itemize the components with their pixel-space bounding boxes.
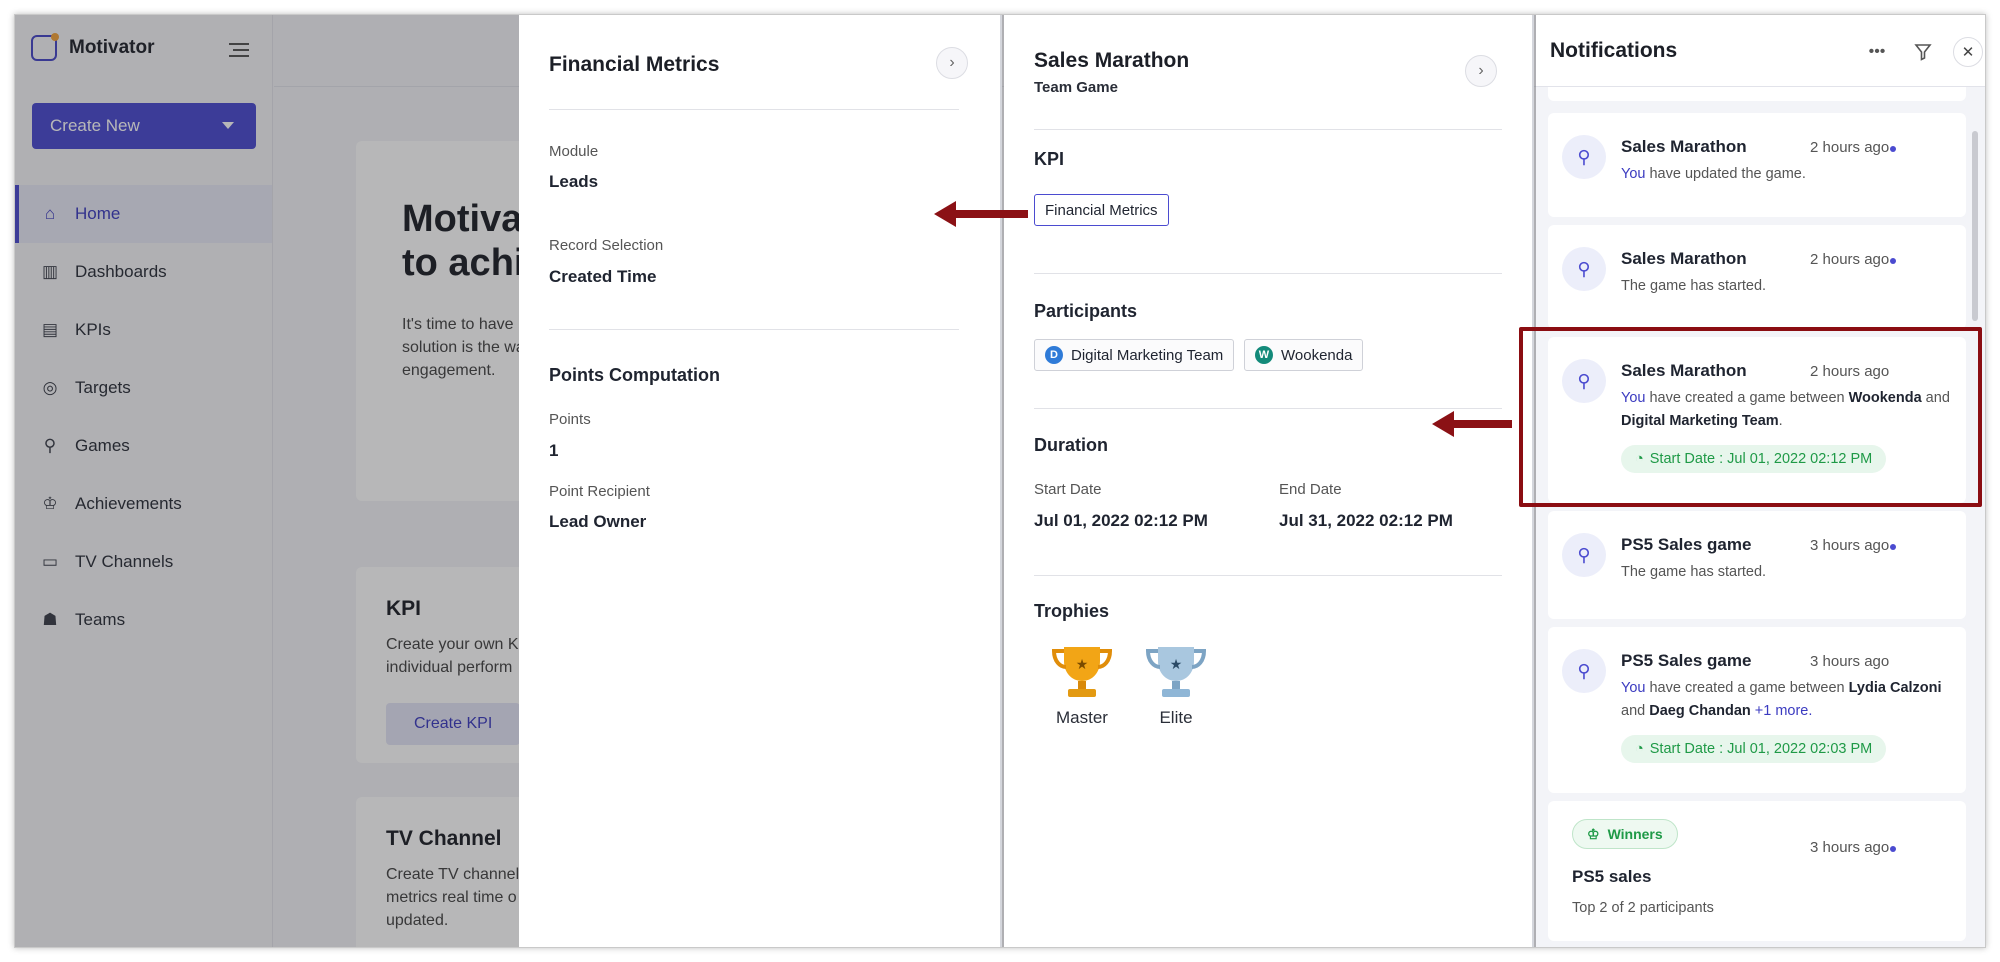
notification-body: You have created a game between Lydia Ca… xyxy=(1621,680,1942,719)
joystick-icon: ⚲ xyxy=(1562,533,1606,577)
end-date-value: Jul 31, 2022 02:12 PM xyxy=(1279,511,1453,530)
scrollbar-thumb[interactable] xyxy=(1972,131,1978,321)
notification-item[interactable]: ⚲ PS5 Sales game 3 hours ago You have cr… xyxy=(1548,627,1966,793)
notification-title: PS5 Sales game xyxy=(1621,535,1752,554)
notification-time: 3 hours ago xyxy=(1810,653,1890,670)
divider xyxy=(1034,575,1502,576)
notification-title: PS5 Sales game xyxy=(1621,651,1752,670)
end-date-label: End Date xyxy=(1279,481,1342,498)
unread-dot xyxy=(1890,544,1896,550)
notifications-title: Notifications xyxy=(1550,39,1678,62)
close-icon[interactable]: ✕ xyxy=(1953,37,1983,67)
game-panel-title: Sales Marathon xyxy=(1034,49,1190,72)
silver-trophy-icon: ★ xyxy=(1145,647,1207,697)
chevron-right-icon[interactable]: › xyxy=(936,47,968,79)
notification-body: Top 2 of 2 participants xyxy=(1572,900,1714,916)
notification-time: 3 hours ago xyxy=(1810,537,1890,554)
divider xyxy=(1034,408,1502,409)
winners-badge: ♔ Winners xyxy=(1572,819,1678,849)
clock-icon: ◔ xyxy=(1635,741,1644,757)
divider xyxy=(549,329,959,330)
notifications-header: Notifications ••• ✕ xyxy=(1536,15,1985,87)
points-label: Points xyxy=(549,411,591,428)
trophies-section-title: Trophies xyxy=(1034,601,1110,621)
participant-name: Digital Marketing Team xyxy=(1071,346,1224,364)
notification-item[interactable]: ⚲ PS5 Sales game 3 hours ago The game ha… xyxy=(1548,511,1966,619)
notification-time: 2 hours ago xyxy=(1810,139,1890,156)
joystick-icon: ⚲ xyxy=(1562,649,1606,693)
trophy-master[interactable]: ★ Master xyxy=(1044,643,1120,728)
trophy-name: Master xyxy=(1056,708,1108,727)
participant-chip[interactable]: W Wookenda xyxy=(1244,339,1364,371)
unread-dot xyxy=(1890,846,1896,852)
kpi-panel-title: Financial Metrics xyxy=(549,53,720,76)
start-date-value: Jul 01, 2022 02:12 PM xyxy=(1034,511,1208,530)
duration-section-title: Duration xyxy=(1034,435,1108,455)
point-recipient-value: Lead Owner xyxy=(549,512,647,531)
notification-item[interactable]: ⚲ Sales Marathon 2 hours ago The game ha… xyxy=(1548,225,1966,329)
svg-text:★: ★ xyxy=(1076,656,1089,672)
filter-icon[interactable] xyxy=(1912,41,1934,63)
divider xyxy=(1034,129,1502,130)
joystick-icon: ⚲ xyxy=(1562,135,1606,179)
participant-chip[interactable]: D Digital Marketing Team xyxy=(1034,339,1235,371)
record-selection-label: Record Selection xyxy=(549,237,664,254)
unread-dot xyxy=(1890,146,1896,152)
joystick-icon: ⚲ xyxy=(1562,247,1606,291)
list-item xyxy=(1548,87,1966,101)
point-recipient-label: Point Recipient xyxy=(549,483,650,500)
game-detail-panel: Sales Marathon Team Game › KPI Financial… xyxy=(1004,15,1534,947)
participant-avatar: D xyxy=(1045,346,1063,364)
notification-time: 3 hours ago xyxy=(1810,839,1890,856)
participant-avatar: W xyxy=(1255,346,1273,364)
notification-item[interactable]: ♔ Winners 3 hours ago PS5 sales Top 2 of… xyxy=(1548,801,1966,941)
notification-body: The game has started. xyxy=(1621,278,1767,294)
notifications-scrollbar[interactable] xyxy=(1970,95,1980,943)
notification-body: You have updated the game. xyxy=(1621,166,1806,182)
points-section-title: Points Computation xyxy=(549,365,720,385)
notification-time: 2 hours ago xyxy=(1810,251,1890,268)
notification-item[interactable]: ⚲ Sales Marathon 2 hours ago You have up… xyxy=(1548,113,1966,217)
participant-name: Wookenda xyxy=(1281,346,1353,364)
more-options-icon[interactable]: ••• xyxy=(1866,41,1888,63)
annotation-arrow xyxy=(1432,411,1512,437)
record-selection-value: Created Time xyxy=(549,267,657,286)
svg-text:★: ★ xyxy=(1170,656,1183,672)
notification-title: Sales Marathon xyxy=(1621,249,1747,268)
highlight-box xyxy=(1519,327,1982,507)
divider xyxy=(1034,273,1502,274)
kpi-detail-panel: Financial Metrics › Module Leads Record … xyxy=(519,15,1002,947)
participants-section-title: Participants xyxy=(1034,301,1138,321)
module-value: Leads xyxy=(549,172,599,191)
module-label: Module xyxy=(549,143,599,160)
trophy-elite[interactable]: ★ Elite xyxy=(1138,643,1214,728)
trophy-name: Elite xyxy=(1159,708,1193,727)
kpi-tag-label: Financial Metrics xyxy=(1045,201,1158,219)
points-value: 1 xyxy=(549,441,559,460)
kpi-section-title: KPI xyxy=(1034,149,1065,169)
start-date-pill: ◔ Start Date : Jul 01, 2022 02:03 PM xyxy=(1621,735,1887,763)
gold-trophy-icon: ★ xyxy=(1051,647,1113,697)
divider xyxy=(549,109,959,110)
unread-dot xyxy=(1890,258,1896,264)
notification-title: PS5 sales xyxy=(1572,867,1652,886)
chevron-right-icon[interactable]: › xyxy=(1465,55,1497,87)
kpi-tag[interactable]: Financial Metrics xyxy=(1034,194,1169,226)
trophy-icon: ♔ xyxy=(1587,825,1600,842)
notification-body: The game has started. xyxy=(1621,564,1767,580)
annotation-arrow xyxy=(934,201,1028,227)
game-type: Team Game xyxy=(1034,79,1118,96)
start-date-label: Start Date xyxy=(1034,481,1102,498)
notification-title: Sales Marathon xyxy=(1621,137,1747,156)
